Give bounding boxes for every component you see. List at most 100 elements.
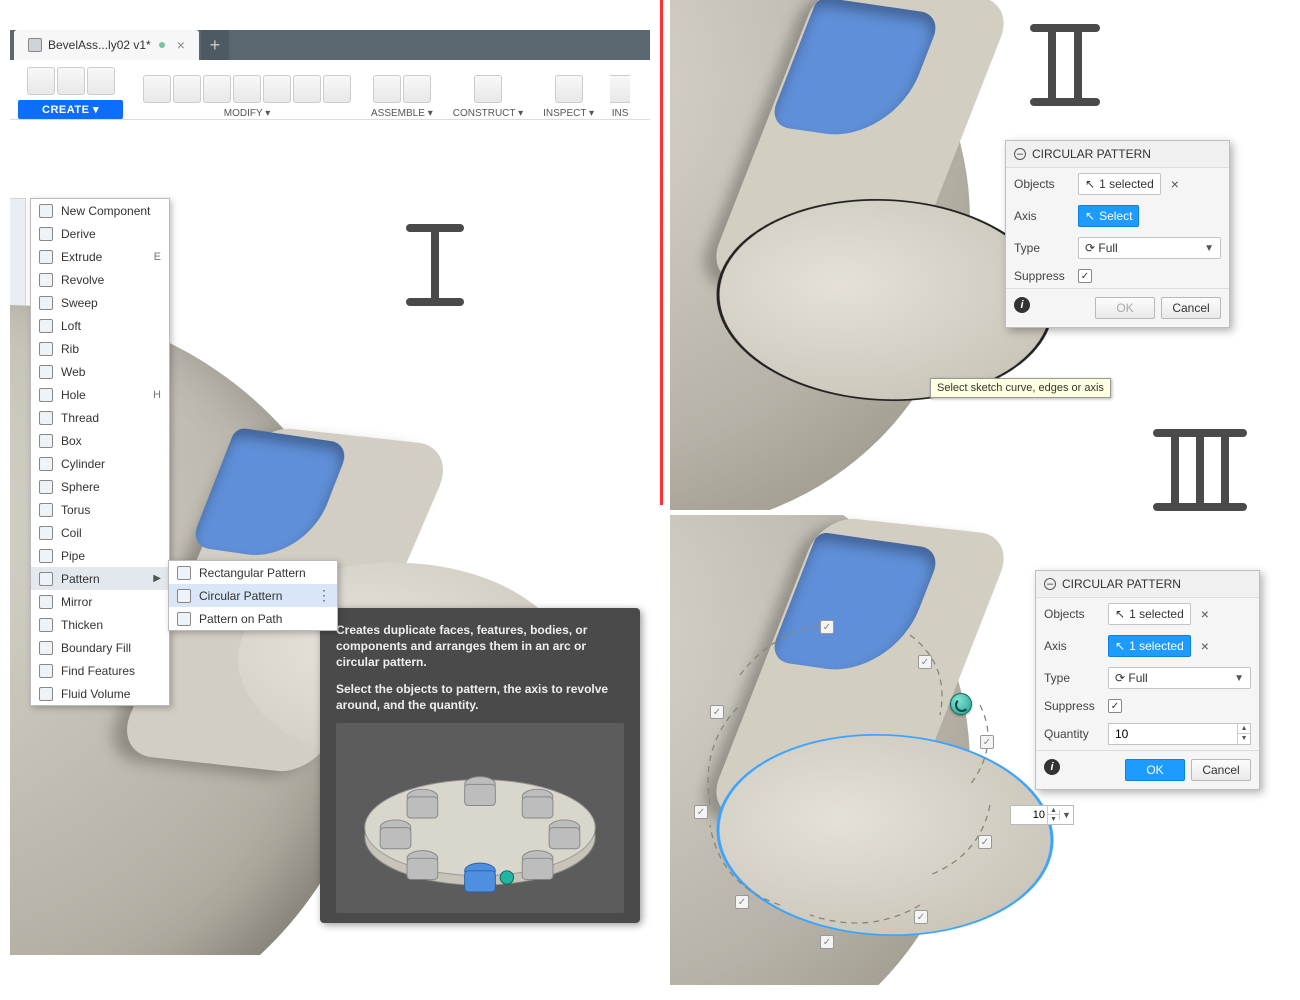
dialog-title: CIRCULAR PATTERN	[1062, 577, 1181, 591]
tool-icon[interactable]	[555, 75, 583, 103]
instance-suppress-toggle[interactable]	[820, 620, 834, 634]
type-dropdown[interactable]: ⟳ Full ▼	[1108, 667, 1251, 689]
menu-item-box[interactable]: Box	[31, 429, 169, 452]
toolgroup-assemble: ASSEMBLE ▾	[367, 72, 437, 119]
tool-icon[interactable]	[173, 75, 201, 103]
menu-item-extrude[interactable]: ExtrudeE	[31, 245, 169, 268]
kebab-icon[interactable]: ⋮	[317, 587, 329, 604]
instance-suppress-toggle[interactable]	[978, 835, 992, 849]
axis-selection-chip[interactable]: ↖ 1 selected	[1108, 635, 1191, 657]
tool-icon[interactable]	[403, 75, 431, 103]
modify-menu-button[interactable]: MODIFY ▾	[224, 108, 271, 119]
tool-icon[interactable]	[143, 75, 171, 103]
clear-objects-button[interactable]: ×	[1167, 176, 1183, 192]
submenu-item-pattern-on-path[interactable]: Pattern on Path	[169, 607, 337, 630]
tool-icon[interactable]	[610, 75, 630, 103]
tool-icon[interactable]	[293, 75, 321, 103]
clear-axis-button[interactable]: ×	[1197, 638, 1213, 654]
instance-suppress-toggle[interactable]	[694, 805, 708, 819]
document-tab[interactable]: BevelAss...ly02 v1* ×	[14, 30, 199, 60]
instance-suppress-toggle[interactable]	[918, 655, 932, 669]
tool-icon[interactable]	[203, 75, 231, 103]
tool-icon[interactable]	[474, 75, 502, 103]
cancel-button[interactable]: Cancel	[1191, 759, 1251, 781]
dialog-title-bar[interactable]: – CIRCULAR PATTERN	[1006, 141, 1229, 168]
objects-selection-chip[interactable]: ↖ 1 selected	[1108, 603, 1191, 625]
tool-icon[interactable]	[87, 67, 115, 95]
tool-icon[interactable]	[263, 75, 291, 103]
instance-suppress-toggle[interactable]	[735, 895, 749, 909]
submenu-item-circular-pattern[interactable]: Circular Pattern⋮	[169, 584, 337, 607]
type-dropdown[interactable]: ⟳ Full ▼	[1078, 237, 1221, 259]
quantity-input-field[interactable]	[1109, 727, 1237, 741]
tool-icon[interactable]	[373, 75, 401, 103]
quantity-spinner[interactable]: ▲▼	[1237, 724, 1250, 744]
instance-suppress-toggle[interactable]	[710, 705, 724, 719]
menu-item-fluid-volume[interactable]: Fluid Volume	[31, 682, 169, 705]
menu-item-icon	[39, 273, 53, 287]
menu-item-rib[interactable]: Rib	[31, 337, 169, 360]
menu-item-label: Sweep	[61, 296, 98, 310]
document-title: BevelAss...ly02 v1*	[48, 38, 151, 52]
menu-item-icon	[39, 480, 53, 494]
inspect-menu-button[interactable]: INSPECT ▾	[543, 108, 594, 119]
menu-item-cylinder[interactable]: Cylinder	[31, 452, 169, 475]
instance-suppress-toggle[interactable]	[980, 735, 994, 749]
menu-item-new-component[interactable]: New Component	[31, 199, 169, 222]
menu-item-pattern[interactable]: Pattern▶	[31, 567, 169, 590]
objects-selection-chip[interactable]: ↖ 1 selected	[1078, 173, 1161, 195]
menu-item-boundary-fill[interactable]: Boundary Fill	[31, 636, 169, 659]
submenu-item-rectangular-pattern[interactable]: Rectangular Pattern	[169, 561, 337, 584]
dialog-title-bar[interactable]: – CIRCULAR PATTERN	[1036, 571, 1259, 598]
collapse-icon[interactable]: –	[1044, 578, 1056, 590]
create-menu-button[interactable]: CREATE ▾	[18, 100, 123, 119]
menu-item-sphere[interactable]: Sphere	[31, 475, 169, 498]
instance-suppress-toggle[interactable]	[820, 935, 834, 949]
tool-icon[interactable]	[323, 75, 351, 103]
quantity-float-field[interactable]	[1011, 809, 1047, 821]
chevron-down-icon: ▼	[1204, 243, 1214, 254]
quantity-float-spinner[interactable]: ▲▼	[1047, 806, 1059, 824]
suppress-checkbox[interactable]: ✓	[1078, 269, 1092, 283]
menu-item-thicken[interactable]: Thicken	[31, 613, 169, 636]
cancel-button[interactable]: Cancel	[1161, 297, 1221, 319]
menu-item-thread[interactable]: Thread	[31, 406, 169, 429]
quantity-float-input[interactable]: ▲▼ ▼	[1010, 805, 1074, 825]
collapse-icon[interactable]: –	[1014, 148, 1026, 160]
menu-item-mirror[interactable]: Mirror	[31, 590, 169, 613]
viewport-3d[interactable]	[670, 515, 1090, 985]
label-suppress: Suppress	[1014, 269, 1072, 283]
tool-icon[interactable]	[233, 75, 261, 103]
menu-item-web[interactable]: Web	[31, 360, 169, 383]
label-axis: Axis	[1044, 639, 1102, 653]
ok-button[interactable]: OK	[1125, 759, 1185, 781]
add-tab-button[interactable]: +	[201, 30, 229, 60]
menu-item-find-features[interactable]: Find Features	[31, 659, 169, 682]
close-tab-button[interactable]: ×	[177, 37, 185, 53]
assemble-menu-button[interactable]: ASSEMBLE ▾	[371, 108, 433, 119]
tool-icon[interactable]	[27, 67, 55, 95]
menu-item-icon	[39, 641, 53, 655]
construct-menu-button[interactable]: CONSTRUCT ▾	[453, 108, 523, 119]
menu-item-label: Coil	[61, 526, 82, 540]
menu-item-hole[interactable]: HoleH	[31, 383, 169, 406]
axis-select-chip[interactable]: ↖ Select	[1078, 205, 1139, 227]
insert-menu-button[interactable]: INS	[612, 108, 629, 119]
clear-objects-button[interactable]: ×	[1197, 606, 1213, 622]
menu-item-coil[interactable]: Coil	[31, 521, 169, 544]
menu-item-icon	[39, 250, 53, 264]
menu-item-revolve[interactable]: Revolve	[31, 268, 169, 291]
menu-item-sweep[interactable]: Sweep	[31, 291, 169, 314]
menu-item-derive[interactable]: Derive	[31, 222, 169, 245]
instance-suppress-toggle[interactable]	[914, 910, 928, 924]
menu-item-torus[interactable]: Torus	[31, 498, 169, 521]
tool-icon[interactable]	[57, 67, 85, 95]
pattern-drag-handle[interactable]	[950, 693, 972, 715]
quantity-float-dropdown[interactable]: ▼	[1059, 810, 1073, 820]
suppress-checkbox[interactable]: ✓	[1108, 699, 1122, 713]
quantity-input[interactable]: ▲▼	[1108, 723, 1251, 745]
info-icon[interactable]: i	[1044, 759, 1060, 775]
info-icon[interactable]: i	[1014, 297, 1030, 313]
menu-item-pipe[interactable]: Pipe	[31, 544, 169, 567]
menu-item-loft[interactable]: Loft	[31, 314, 169, 337]
